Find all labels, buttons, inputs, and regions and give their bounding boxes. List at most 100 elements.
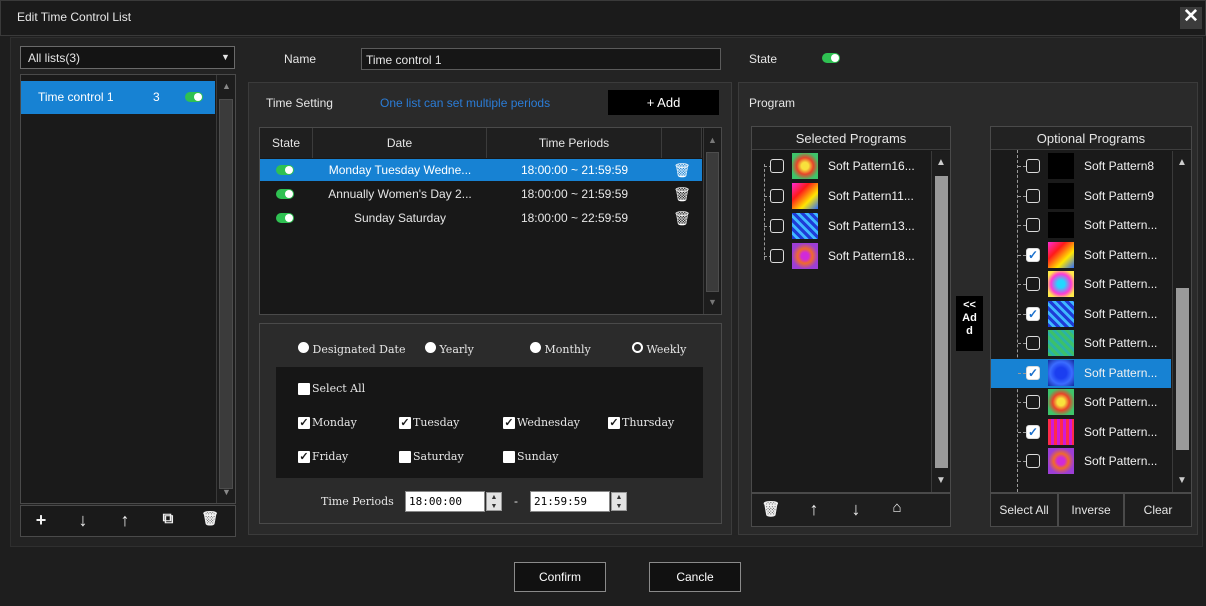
list-scrollbar[interactable]: ▲ ▼ bbox=[216, 75, 235, 503]
selected-scrollbar[interactable]: ▲ ▼ bbox=[931, 151, 950, 492]
scroll-thumb[interactable] bbox=[706, 152, 719, 292]
trash-icon[interactable]: 🗑 bbox=[662, 207, 702, 229]
table-scrollbar[interactable]: ▲ ▼ bbox=[703, 128, 721, 314]
add-period-button[interactable]: + Add bbox=[608, 90, 719, 115]
select-all-checkbox[interactable]: Select All bbox=[298, 382, 365, 395]
list-item[interactable]: Soft Pattern13... bbox=[759, 212, 929, 242]
table-row[interactable]: Sunday Saturday 18:00:00 ~ 22:59:59 🗑 bbox=[260, 207, 702, 229]
day-thursday[interactable]: ✓ Thursday bbox=[608, 416, 674, 429]
mode-designated-date[interactable]: Designated Date bbox=[298, 342, 405, 356]
checkbox-icon[interactable] bbox=[1026, 395, 1040, 409]
list-item[interactable]: Soft Pattern... bbox=[991, 388, 1171, 418]
list-item[interactable]: Soft Pattern18... bbox=[759, 242, 929, 272]
checkbox-icon[interactable] bbox=[1026, 336, 1040, 350]
scroll-down-icon[interactable]: ▼ bbox=[936, 475, 946, 486]
cancel-button[interactable]: Cancle bbox=[649, 562, 741, 592]
list-item-toggle[interactable] bbox=[185, 92, 203, 102]
scroll-thumb[interactable] bbox=[935, 176, 948, 468]
inverse-button[interactable]: Inverse bbox=[1058, 493, 1124, 527]
move-down-icon[interactable]: ↓ bbox=[72, 510, 94, 531]
arrow-down-icon[interactable]: ↓ bbox=[845, 499, 867, 520]
start-time-input[interactable]: 18:00:00 bbox=[405, 491, 485, 512]
mode-monthly[interactable]: Monthly bbox=[530, 342, 591, 356]
end-time-spinner[interactable]: ▲ ▼ bbox=[611, 492, 627, 511]
trash-icon[interactable]: 🗑 bbox=[760, 500, 782, 518]
close-icon[interactable]: ✕ bbox=[1180, 7, 1202, 29]
row-state-toggle[interactable] bbox=[276, 213, 294, 223]
checkbox-checked-icon[interactable]: ✓ bbox=[1026, 424, 1040, 439]
name-value: Time control 1 bbox=[366, 53, 442, 67]
checkbox-icon[interactable] bbox=[1026, 218, 1040, 232]
checkbox-checked-icon[interactable]: ✓ bbox=[1026, 365, 1040, 380]
row-state-toggle[interactable] bbox=[276, 189, 294, 199]
checkbox-icon[interactable] bbox=[1026, 159, 1040, 173]
list-item[interactable]: Soft Pattern... bbox=[991, 270, 1171, 300]
scroll-thumb[interactable] bbox=[219, 99, 233, 489]
checkbox-icon[interactable] bbox=[770, 219, 784, 233]
list-item[interactable]: Soft Pattern... bbox=[991, 211, 1171, 241]
list-item[interactable]: ✓ Soft Pattern... bbox=[991, 358, 1171, 388]
clear-button[interactable]: Clear bbox=[1124, 493, 1192, 527]
broom-icon[interactable]: ⌂ bbox=[886, 499, 908, 516]
day-sunday[interactable]: Sunday bbox=[503, 450, 559, 463]
mode-weekly[interactable]: Weekly bbox=[632, 342, 686, 356]
checkbox-icon[interactable] bbox=[1026, 454, 1040, 468]
list-item[interactable]: ✓ Soft Pattern... bbox=[991, 241, 1171, 271]
list-item[interactable]: Soft Pattern16... bbox=[759, 152, 929, 182]
list-item[interactable]: Soft Pattern... bbox=[991, 329, 1171, 359]
move-up-icon[interactable]: ↑ bbox=[114, 510, 136, 531]
select-all-button[interactable]: Select All bbox=[990, 493, 1058, 527]
program-thumbnail bbox=[1048, 448, 1074, 474]
table-row[interactable]: Annually Women's Day 2... 18:00:00 ~ 21:… bbox=[260, 183, 702, 205]
checkbox-icon[interactable] bbox=[770, 249, 784, 263]
row-state-toggle[interactable] bbox=[276, 165, 294, 175]
list-item[interactable]: Soft Pattern... bbox=[991, 447, 1171, 477]
day-monday[interactable]: ✓ Monday bbox=[298, 416, 357, 429]
scroll-up-icon[interactable]: ▲ bbox=[1177, 157, 1187, 168]
checkbox-checked-icon[interactable]: ✓ bbox=[1026, 306, 1040, 321]
state-toggle[interactable] bbox=[822, 53, 840, 63]
list-item[interactable]: Soft Pattern8 bbox=[991, 152, 1171, 182]
scroll-up-icon[interactable]: ▲ bbox=[708, 135, 717, 145]
end-time-input[interactable]: 21:59:59 bbox=[530, 491, 610, 512]
list-item[interactable]: Soft Pattern9 bbox=[991, 182, 1171, 212]
confirm-button[interactable]: Confirm bbox=[514, 562, 606, 592]
list-item[interactable]: ✓ Soft Pattern... bbox=[991, 418, 1171, 448]
day-wednesday[interactable]: ✓ Wednesday bbox=[503, 416, 580, 429]
checkbox-icon[interactable] bbox=[770, 159, 784, 173]
scroll-up-icon[interactable]: ▲ bbox=[936, 157, 946, 168]
list-item[interactable]: ✓ Soft Pattern... bbox=[991, 300, 1171, 330]
checkbox-icon[interactable] bbox=[1026, 277, 1040, 291]
scroll-down-icon[interactable]: ▼ bbox=[708, 297, 717, 307]
day-friday[interactable]: ✓ Friday bbox=[298, 450, 348, 463]
name-input[interactable]: Time control 1 bbox=[361, 48, 721, 70]
list-filter-select[interactable]: All lists(3) ▼ bbox=[20, 46, 235, 69]
trash-icon[interactable]: 🗑 bbox=[662, 183, 702, 205]
optional-scrollbar[interactable]: ▲ ▼ bbox=[1172, 151, 1191, 492]
add-list-icon[interactable]: + bbox=[30, 510, 52, 531]
scroll-down-icon[interactable]: ▼ bbox=[1177, 475, 1187, 486]
copy-icon[interactable]: ⧉ bbox=[157, 510, 179, 527]
add-program-button[interactable]: << Ad d bbox=[956, 296, 983, 351]
day-saturday[interactable]: Saturday bbox=[399, 450, 464, 463]
delete-icon[interactable]: 🗑 bbox=[199, 510, 221, 527]
scroll-thumb[interactable] bbox=[1176, 288, 1189, 450]
tree-branch bbox=[1018, 431, 1026, 433]
trash-icon[interactable]: 🗑 bbox=[662, 159, 702, 181]
day-tuesday[interactable]: ✓ Tuesday bbox=[399, 416, 459, 429]
program-name: Soft Pattern... bbox=[1084, 424, 1158, 439]
list-item[interactable]: Time control 1 3 bbox=[21, 81, 215, 114]
start-time-spinner[interactable]: ▲ ▼ bbox=[486, 492, 502, 511]
scroll-down-icon[interactable]: ▼ bbox=[222, 487, 231, 497]
checkbox-checked-icon[interactable]: ✓ bbox=[1026, 247, 1040, 262]
arrow-up-icon[interactable]: ↑ bbox=[803, 499, 825, 520]
scroll-up-icon[interactable]: ▲ bbox=[222, 81, 231, 91]
list-item[interactable]: Soft Pattern11... bbox=[759, 182, 929, 212]
checkbox-icon[interactable] bbox=[770, 189, 784, 203]
hint-text: One list can set multiple periods bbox=[380, 96, 551, 110]
program-name: Soft Pattern... bbox=[1084, 277, 1158, 291]
day-label: Sunday bbox=[517, 450, 559, 463]
table-row[interactable]: Monday Tuesday Wedne... 18:00:00 ~ 21:59… bbox=[260, 159, 702, 181]
checkbox-icon[interactable] bbox=[1026, 188, 1040, 203]
mode-yearly[interactable]: Yearly bbox=[425, 342, 474, 356]
